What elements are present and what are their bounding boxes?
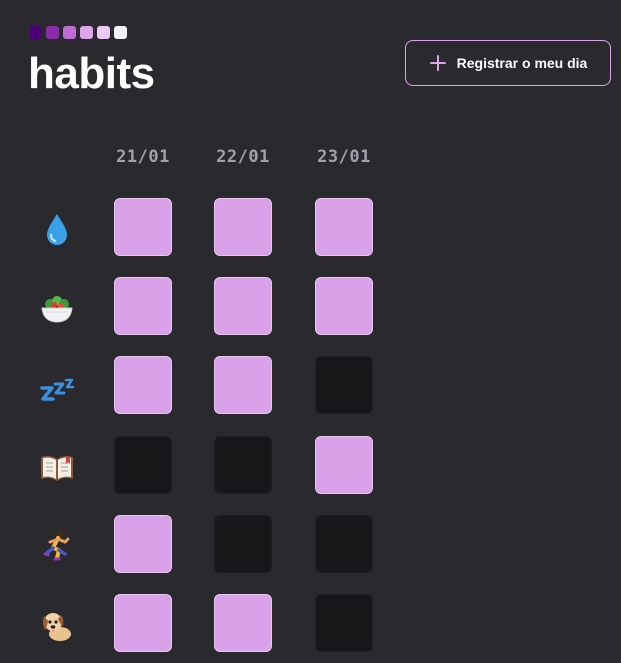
- date-header: 22/01: [216, 147, 270, 167]
- water-drop-icon: [47, 214, 67, 245]
- register-day-button[interactable]: Registrar o meu dia: [405, 40, 611, 86]
- habit-cell-water-21-01[interactable]: [114, 198, 172, 256]
- habit-cell-sleep-21-01[interactable]: [114, 356, 172, 414]
- habit-cell-dog-21-01[interactable]: [114, 594, 172, 652]
- habit-cell-water-22-01[interactable]: [214, 198, 272, 256]
- logo-square-3: [63, 26, 76, 39]
- habit-cell-water-23-01[interactable]: [315, 198, 373, 256]
- habit-cell-run-21-01[interactable]: [114, 515, 172, 573]
- habit-cell-dog-23-01[interactable]: [315, 594, 373, 652]
- habit-cell-read-22-01[interactable]: [214, 436, 272, 494]
- habit-cell-salad-23-01[interactable]: [315, 277, 373, 335]
- logo-square-4: [80, 26, 93, 39]
- date-header: 23/01: [317, 147, 371, 167]
- plus-icon: [429, 55, 446, 71]
- habit-cell-run-23-01[interactable]: [315, 515, 373, 573]
- habit-cell-sleep-23-01[interactable]: [315, 356, 373, 414]
- zzz-sleep-icon: [40, 378, 75, 401]
- logo-square-6: [114, 26, 127, 39]
- habit-cell-salad-22-01[interactable]: [214, 277, 272, 335]
- habit-cell-read-23-01[interactable]: [315, 436, 373, 494]
- register-day-label: Registrar o meu dia: [456, 55, 588, 71]
- salad-bowl-icon: [41, 296, 73, 323]
- habit-cell-dog-22-01[interactable]: [214, 594, 272, 652]
- logo-square-1: [29, 26, 42, 39]
- habit-cell-salad-21-01[interactable]: [114, 277, 172, 335]
- date-header: 21/01: [116, 147, 170, 167]
- habit-cell-sleep-22-01[interactable]: [214, 356, 272, 414]
- open-book-icon: [41, 455, 73, 481]
- dog-icon: [42, 613, 71, 641]
- habit-cell-read-21-01[interactable]: [114, 436, 172, 494]
- habit-cell-run-22-01[interactable]: [214, 515, 272, 573]
- logo-square-5: [97, 26, 110, 39]
- logo-square-2: [46, 26, 59, 39]
- runner-icon: [43, 529, 70, 561]
- logo-squares: [29, 26, 127, 39]
- app-title: habits: [28, 49, 155, 98]
